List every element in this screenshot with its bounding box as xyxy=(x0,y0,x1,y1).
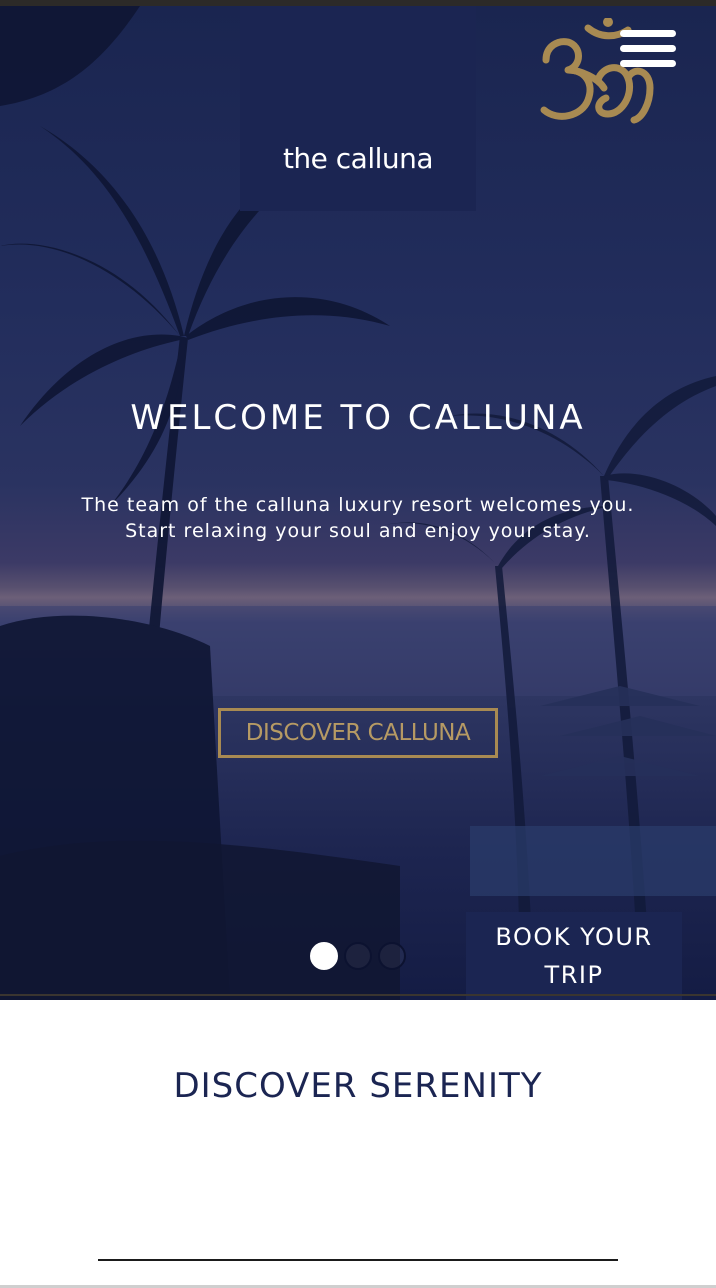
section-divider xyxy=(98,1259,618,1261)
brand-name: the calluna xyxy=(282,142,434,175)
brand-logo-box[interactable]: the calluna xyxy=(240,6,654,211)
menu-bar xyxy=(620,60,676,67)
carousel-dot-1[interactable] xyxy=(310,942,338,970)
hero-subtitle-line: The team of the calluna luxury resort we… xyxy=(81,494,635,516)
hero-banner: the calluna WELCOME TO CALLUNA The team … xyxy=(0,6,716,1000)
hero-subtitle-line: Start relaxing your soul and enjoy your … xyxy=(125,520,591,542)
menu-bar xyxy=(620,30,676,37)
hamburger-menu-icon[interactable] xyxy=(620,30,676,74)
book-button-line: BOOK YOUR xyxy=(495,923,653,951)
section-title: DISCOVER SERENITY xyxy=(173,1066,543,1106)
menu-bar xyxy=(620,45,676,52)
discover-calluna-button[interactable]: DISCOVER CALLUNA xyxy=(218,708,498,758)
hero-title: WELCOME TO CALLUNA xyxy=(130,398,586,438)
hero-subtitle: The team of the calluna luxury resort we… xyxy=(30,492,686,544)
book-your-trip-button[interactable]: BOOK YOUR TRIP xyxy=(466,912,682,1000)
carousel-indicators xyxy=(310,942,410,970)
hero-bottom-border xyxy=(0,994,716,996)
carousel-dot-3[interactable] xyxy=(378,942,406,970)
carousel-dot-2[interactable] xyxy=(344,942,372,970)
book-button-line: TRIP xyxy=(544,961,604,989)
